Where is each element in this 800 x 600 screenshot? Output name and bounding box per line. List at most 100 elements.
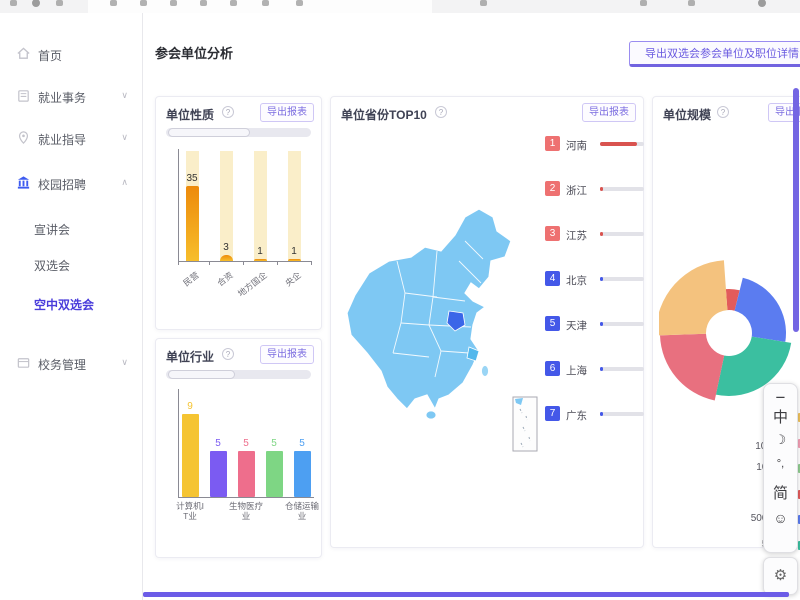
chinese-mode-button[interactable]: 中	[764, 406, 797, 427]
rank-bar-fill	[600, 412, 603, 416]
taiwan-island	[482, 366, 489, 377]
slider-thumb[interactable]	[168, 370, 235, 379]
chevron-down-icon: ∨	[121, 90, 128, 101]
rank-badge: 6	[545, 361, 560, 376]
minimize-icon[interactable]: −	[764, 388, 797, 408]
chevron-down-icon: ∨	[121, 132, 128, 143]
sidebar-item-就业指导[interactable]: 就业指导 ∨	[0, 127, 142, 151]
help-icon[interactable]: ?	[222, 348, 234, 360]
sidebar-item-label: 就业事务	[38, 89, 86, 106]
rank-bar-fill	[600, 367, 603, 371]
tab-icon[interactable]	[170, 0, 177, 6]
sidebar-item-label: 就业指导	[38, 131, 86, 148]
sidebar: 首页就业事务 ∨ 就业指导 ∨ 校园招聘∧ 宣讲会双选会空中双选会校务管理∨	[0, 13, 143, 600]
back-icon[interactable]	[10, 0, 17, 6]
sidebar-item-label: 首页	[38, 47, 62, 64]
star-icon[interactable]	[480, 0, 487, 6]
horizontal-scrollbar-thumb[interactable]	[143, 592, 789, 597]
datazoom-slider[interactable]	[166, 128, 311, 137]
tab-icon[interactable]	[200, 0, 207, 6]
export-report-button[interactable]: 导出报表	[582, 103, 636, 122]
tab-icon[interactable]	[230, 0, 237, 6]
halfwidth-moon-icon[interactable]: ☽	[764, 432, 797, 448]
sidebar-item-首页[interactable]: 首页	[0, 43, 142, 67]
bar-value[interactable]	[254, 259, 267, 261]
vertical-scrollbar-thumb[interactable]	[793, 88, 799, 332]
simplified-chinese-button[interactable]: 简	[764, 482, 797, 503]
sidebar-item-宣讲会[interactable]: 宣讲会	[0, 217, 142, 241]
bar-value[interactable]	[294, 451, 311, 497]
province-name: 河南	[566, 138, 587, 153]
rank-badge: 7	[545, 406, 560, 421]
bar-value[interactable]	[210, 451, 227, 497]
pie-segment[interactable]	[660, 334, 724, 401]
province-name: 上海	[566, 363, 587, 378]
sidebar-item-label: 双选会	[34, 257, 70, 274]
south-china-sea-inset	[513, 397, 537, 451]
sidebar-item-就业事务[interactable]: 就业事务 ∨	[0, 85, 142, 109]
panel-unit-nature: 单位性质 ? 导出报表 35 民营 3 合资 1 地方国企 1 央企	[155, 96, 322, 330]
bar-value[interactable]	[220, 255, 233, 261]
axis-tick	[209, 261, 210, 265]
export-report-button[interactable]: 导出报表	[260, 345, 314, 364]
bar-value[interactable]	[288, 259, 301, 261]
axis-tick	[243, 261, 244, 265]
datazoom-slider[interactable]	[166, 370, 311, 379]
sidebar-item-双选会[interactable]: 双选会	[0, 253, 142, 277]
home-icon[interactable]	[56, 0, 63, 6]
refresh-icon[interactable]	[32, 0, 40, 7]
ime-settings-button[interactable]: ⚙	[763, 557, 798, 595]
y-axis	[178, 149, 179, 262]
rank-bar-fill	[600, 187, 603, 191]
x-axis-label: 央企	[268, 269, 304, 301]
bar-value-label: 5	[262, 438, 286, 449]
app-window: 首页就业事务∨就业指导∨校园招聘∧宣讲会双选会空中双选会校务管理∨ 参会单位分析…	[0, 0, 800, 600]
bar-chart-unit-industry[interactable]: 9 5 5 5 5计算机IT业生物医疗业仓储运输业	[156, 385, 321, 553]
sidebar-item-校务管理[interactable]: 校务管理∨	[0, 352, 142, 376]
bar-value[interactable]	[266, 451, 283, 497]
tab-icon[interactable]	[110, 0, 117, 6]
tab-icon[interactable]	[140, 0, 147, 6]
x-axis-label: 合资	[200, 269, 236, 301]
bar-value-label: 35	[180, 173, 204, 184]
bar-value[interactable]	[238, 451, 255, 497]
pie-segment[interactable]	[735, 278, 786, 342]
bank-icon	[16, 175, 31, 190]
bar-chart-unit-nature[interactable]: 35 民营 3 合资 1 地方国企 1 央企	[156, 143, 321, 325]
bar-value[interactable]	[186, 186, 199, 261]
sidebar-item-校园招聘[interactable]: 校园招聘∧	[0, 172, 142, 196]
rank-bar-track	[600, 412, 644, 416]
panel-unit-industry: 单位行业 ? 导出报表 9 5 5 5 5计算机IT业生物医疗业仓储运输业	[155, 338, 322, 558]
tab-icon[interactable]	[262, 0, 269, 6]
province-name: 北京	[566, 273, 587, 288]
main-content: 参会单位分析 导出双选会参会单位及职位详情 单位性质 ? 导出报表 35 民营 …	[143, 13, 800, 600]
province-name: 浙江	[566, 183, 587, 198]
help-icon[interactable]: ?	[222, 106, 234, 118]
bookmark-icon[interactable]	[640, 0, 647, 6]
x-axis	[178, 261, 312, 262]
help-icon[interactable]: ?	[435, 106, 447, 118]
slider-thumb[interactable]	[168, 128, 250, 137]
panel-title: 单位性质	[166, 106, 214, 123]
bar-value-label: 5	[234, 438, 258, 449]
sidebar-item-空中双选会[interactable]: 空中双选会	[0, 292, 142, 316]
rank-bar-fill	[600, 277, 603, 281]
x-axis	[178, 497, 314, 498]
export-report-button[interactable]: 导出报表	[260, 103, 314, 122]
bar-value[interactable]	[182, 414, 199, 497]
sidebar-item-label: 校务管理	[38, 356, 86, 373]
sidebar-item-label: 校园招聘	[38, 176, 86, 193]
emoji-icon[interactable]: ☺	[764, 510, 797, 526]
pie-segment[interactable]	[659, 260, 727, 335]
folder-icon	[16, 355, 31, 370]
help-icon[interactable]: ?	[717, 106, 729, 118]
tab-icon[interactable]	[296, 0, 303, 6]
extensions-icon[interactable]	[688, 0, 695, 6]
bar-value-label: 3	[214, 242, 238, 253]
export-fair-units-button[interactable]: 导出双选会参会单位及职位详情	[629, 41, 800, 67]
bar-value-label: 5	[206, 438, 230, 449]
avatar-icon[interactable]	[758, 0, 766, 7]
punctuation-mode-icon[interactable]: °,	[764, 458, 797, 470]
x-axis-label: 民营	[166, 269, 202, 301]
china-map[interactable]	[337, 201, 547, 461]
